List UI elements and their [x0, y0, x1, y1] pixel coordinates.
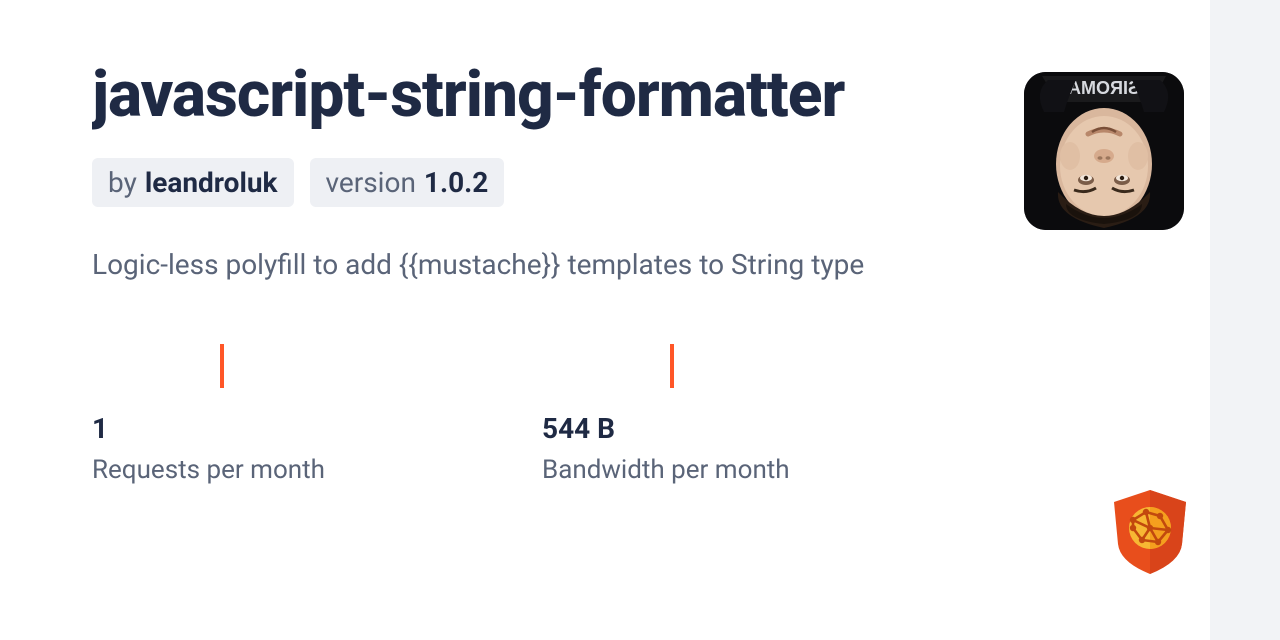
avatar[interactable]: SIROMA: [1024, 72, 1184, 230]
stat-requests: 1 Requests per month: [92, 344, 542, 485]
stat-value: 1: [92, 412, 108, 445]
version-prefix: version: [326, 166, 416, 199]
metadata-chips: by leandroluk version 1.0.2: [92, 158, 1170, 207]
author-name: leandroluk: [145, 166, 278, 199]
sparkline-icon: [670, 344, 674, 388]
version-chip[interactable]: version 1.0.2: [310, 158, 505, 207]
sparkline-icon: [220, 344, 224, 388]
stat-label: Bandwidth per month: [542, 455, 790, 485]
stat-value: 544 B: [542, 412, 615, 445]
author-prefix: by: [108, 166, 137, 199]
package-title: javascript-string-formatter: [92, 60, 992, 130]
version-number: 1.0.2: [424, 166, 488, 199]
stats-row: 1 Requests per month 544 B Bandwidth per…: [92, 344, 992, 485]
stat-bandwidth: 544 B Bandwidth per month: [542, 344, 992, 485]
author-chip[interactable]: by leandroluk: [92, 158, 294, 207]
stat-label: Requests per month: [92, 455, 325, 485]
jsdelivr-logo-icon: [1110, 488, 1190, 576]
package-card: javascript-string-formatter by leandrolu…: [92, 60, 1170, 485]
right-sidebar-strip: [1210, 0, 1280, 640]
package-description: Logic-less polyfill to add {{mustache}} …: [92, 243, 912, 288]
svg-text:SIROMA: SIROMA: [1068, 78, 1140, 98]
